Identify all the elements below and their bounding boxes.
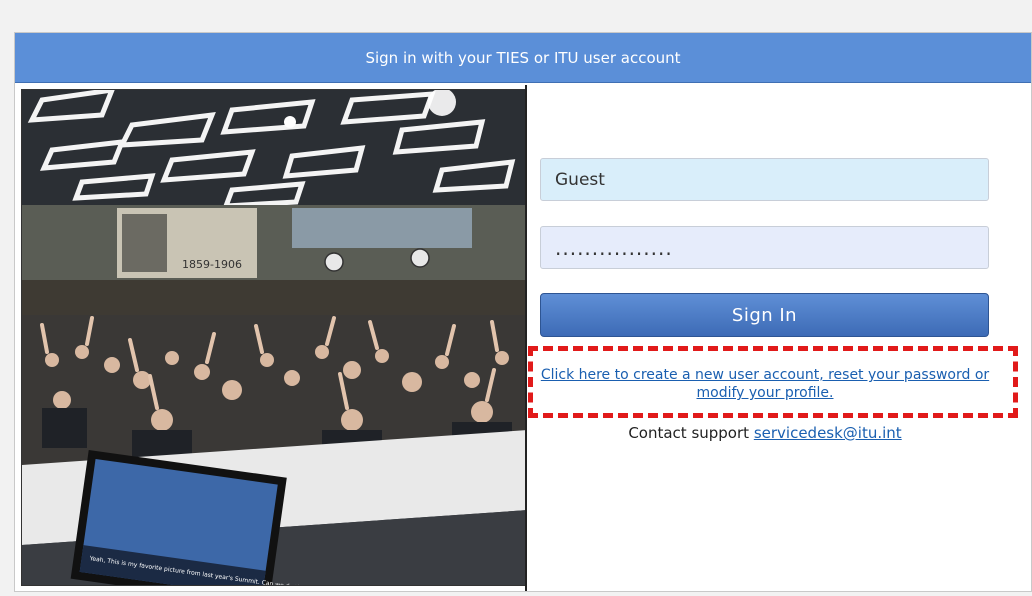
signin-form: Sign In: [540, 158, 990, 337]
panel-divider: [525, 85, 527, 591]
banner-year-text: 1859-1906: [182, 258, 242, 271]
login-title: Sign in with your TIES or ITU user accou…: [365, 48, 681, 67]
contact-support-label: Contact support: [628, 424, 750, 442]
conference-photo: 1859-1906 Yeah, This is my favorite pict…: [21, 89, 527, 586]
username-field[interactable]: [540, 158, 989, 201]
password-field[interactable]: [540, 226, 989, 269]
login-header: Sign in with your TIES or ITU user accou…: [15, 33, 1031, 83]
sign-in-button[interactable]: Sign In: [540, 293, 989, 337]
contact-support: Contact support servicedesk@itu.int: [540, 424, 990, 442]
support-email-link[interactable]: servicedesk@itu.int: [754, 424, 902, 442]
create-account-link[interactable]: Click here to create a new user account,…: [540, 366, 990, 402]
conference-hall-image: 1859-1906 Yeah, This is my favorite pict…: [22, 90, 526, 585]
